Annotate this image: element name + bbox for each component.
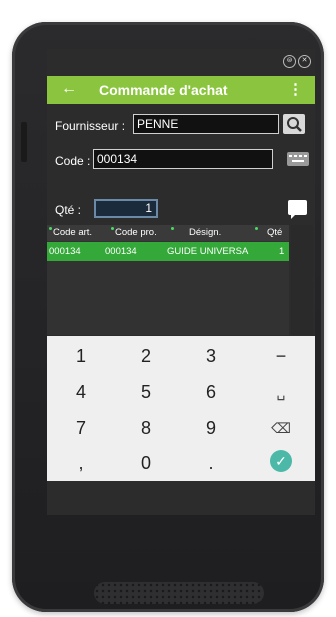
numeric-keypad: 1 2 3 − 4 5 6 ␣ 7 8 9 ⌫ , 0 . ✓ xyxy=(47,336,315,481)
column-header[interactable]: Code art. xyxy=(49,225,92,241)
items-table: Code art. Code pro. Désign. Qté 000134 0… xyxy=(47,225,289,335)
minus-key[interactable]: − xyxy=(256,341,306,371)
side-button xyxy=(21,122,27,162)
window-controls: ⊜ ✕ xyxy=(283,55,311,68)
search-icon xyxy=(287,117,302,132)
back-arrow-icon[interactable]: ← xyxy=(61,80,77,98)
keyboard-icon xyxy=(289,155,307,162)
key-2[interactable]: 2 xyxy=(121,341,171,371)
speaker-grill xyxy=(94,582,264,604)
key-0[interactable]: 0 xyxy=(121,448,171,478)
table-header: Code art. Code pro. Désign. Qté xyxy=(47,225,289,241)
minimize-icon[interactable]: ⊜ xyxy=(283,55,296,68)
code-label: Code : xyxy=(55,154,91,168)
table-cell: 1 xyxy=(279,246,285,257)
app-screen: ⊜ ✕ ← Commande d'achat ⋮ Fournisseur : P… xyxy=(47,49,315,515)
backspace-key[interactable]: ⌫ xyxy=(256,413,306,443)
search-button[interactable] xyxy=(283,114,305,134)
more-menu-icon[interactable]: ⋮ xyxy=(288,80,303,98)
page-title: Commande d'achat xyxy=(99,82,228,98)
key-9[interactable]: 9 xyxy=(186,413,236,443)
column-header[interactable]: Code pro. xyxy=(111,225,157,241)
table-scrollbar[interactable] xyxy=(291,225,313,335)
column-header[interactable]: Désign. xyxy=(171,225,221,241)
table-cell: 000134 xyxy=(105,246,137,257)
key-4[interactable]: 4 xyxy=(56,377,106,407)
table-cell: 000134 xyxy=(49,246,81,257)
qty-label: Qté : xyxy=(55,203,82,217)
key-1[interactable]: 1 xyxy=(56,341,106,371)
supplier-label: Fournisseur : xyxy=(55,119,126,133)
comma-key[interactable]: , xyxy=(56,448,106,478)
table-cell: GUIDE UNIVERSA xyxy=(167,246,249,257)
space-key[interactable]: ␣ xyxy=(256,377,306,407)
key-7[interactable]: 7 xyxy=(56,413,106,443)
key-3[interactable]: 3 xyxy=(186,341,236,371)
column-header[interactable]: Qté xyxy=(255,225,282,241)
confirm-icon[interactable]: ✓ xyxy=(270,450,292,472)
message-icon[interactable] xyxy=(288,200,307,219)
key-8[interactable]: 8 xyxy=(121,413,171,443)
table-row[interactable]: 000134 000134 GUIDE UNIVERSA 1 xyxy=(47,242,289,261)
qty-field[interactable]: 1 xyxy=(94,199,158,218)
app-bar: ← Commande d'achat ⋮ xyxy=(47,76,315,104)
supplier-field[interactable]: PENNE xyxy=(133,114,279,134)
close-icon[interactable]: ✕ xyxy=(298,55,311,68)
dot-key[interactable]: . xyxy=(186,448,236,478)
code-field[interactable]: 000134 xyxy=(93,149,273,169)
key-5[interactable]: 5 xyxy=(121,377,171,407)
keyboard-button[interactable] xyxy=(287,152,309,166)
key-6[interactable]: 6 xyxy=(186,377,236,407)
